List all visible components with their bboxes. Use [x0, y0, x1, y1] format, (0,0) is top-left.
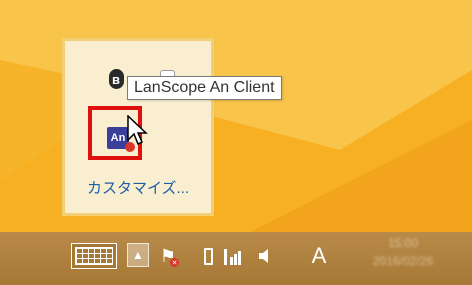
customize-link[interactable]: カスタマイズ... — [87, 177, 189, 198]
battery-icon[interactable] — [201, 243, 215, 269]
clock[interactable]: 15:00 2016/02/26 — [342, 236, 464, 268]
taskbar: ▲ ⚑ ✕ A 15:00 2016/02/26 — [0, 232, 472, 285]
network-signal-icon[interactable] — [222, 243, 246, 269]
chevron-up-icon: ▲ — [132, 248, 144, 262]
clock-time: 15:00 — [387, 236, 419, 250]
bluetooth-icon[interactable]: ʙ — [107, 67, 125, 91]
tooltip: LanScope An Client — [127, 76, 282, 100]
clock-date: 2016/02/26 — [372, 254, 434, 268]
touch-keyboard-icon[interactable] — [71, 243, 117, 269]
action-center-flag-icon[interactable]: ⚑ ✕ — [157, 243, 179, 269]
mouse-pointer-icon — [127, 115, 148, 146]
error-x-icon: ✕ — [170, 258, 179, 267]
show-hidden-icons-button[interactable]: ▲ — [127, 243, 149, 267]
volume-icon[interactable] — [254, 243, 274, 269]
ime-mode-indicator[interactable]: A — [308, 243, 330, 269]
